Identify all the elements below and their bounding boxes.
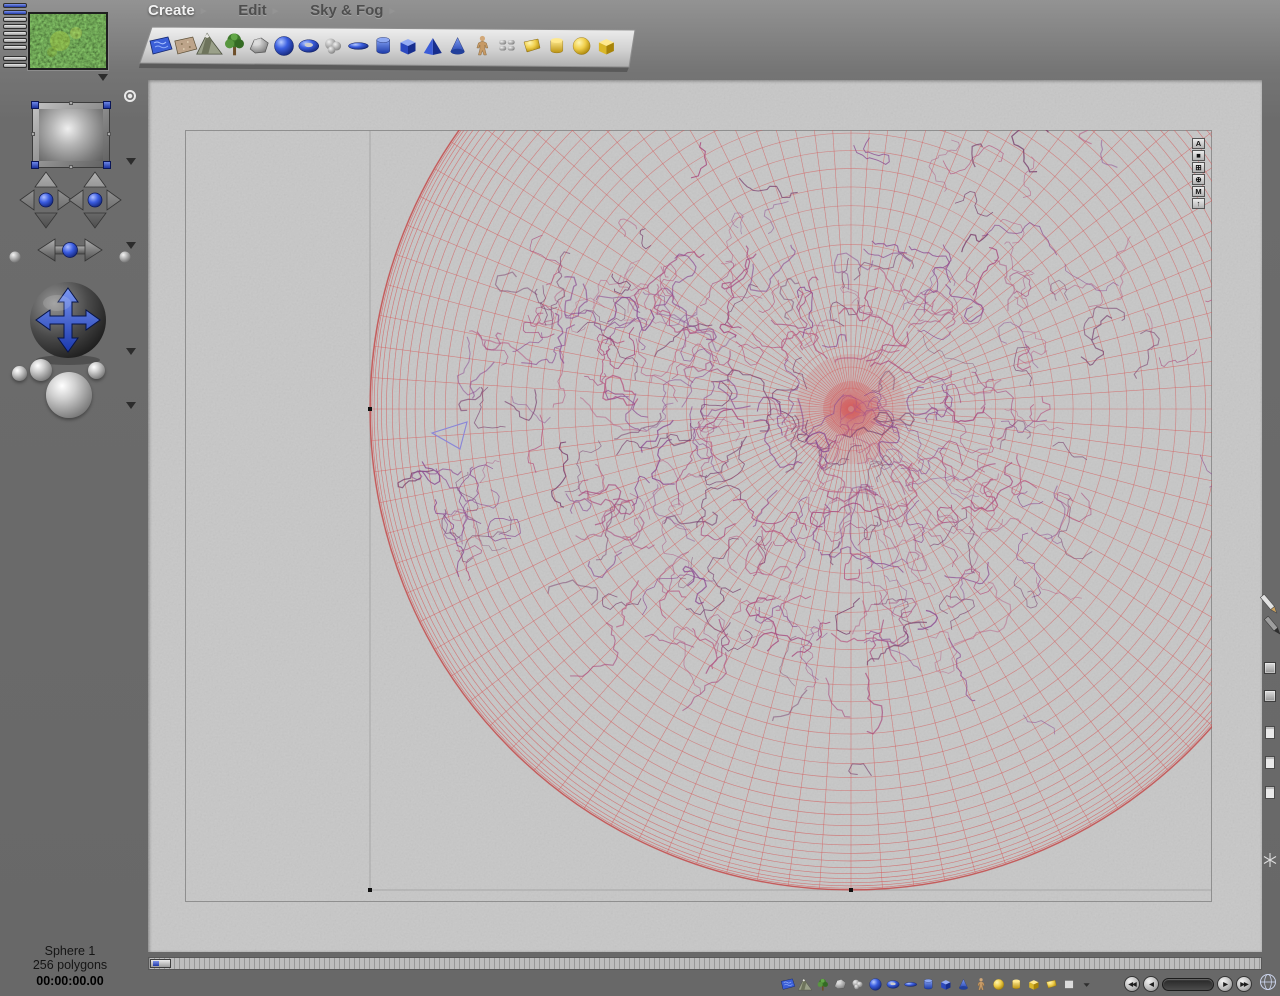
snowflake-icon[interactable] [1262,852,1278,868]
bryce-app: Create ▸ Edit ▸ Sky & Fog ▸ Sphere 1 256… [0,0,1280,996]
bar[interactable] [3,3,27,8]
bar[interactable] [3,56,27,61]
menu-sky-fog[interactable]: Sky & Fog ▸ [310,2,395,19]
view-preset-sphere[interactable] [88,362,105,379]
brush-icon[interactable] [1264,612,1280,642]
pan-arrow-cluster-left[interactable] [19,171,73,229]
menu-create[interactable]: Create ▸ [148,2,206,19]
bottom-stone[interactable] [834,979,847,990]
chevron-down-icon[interactable] [126,242,136,249]
bottom-tree[interactable] [817,978,828,991]
timecode: 00:00:00.00 [36,974,104,988]
menu-edit[interactable]: Edit ▸ [238,2,278,19]
show-as-box-button[interactable]: ■ [1192,150,1205,161]
lab-page-icon[interactable] [1265,726,1275,739]
bottom-cube-light[interactable] [1029,980,1039,990]
chevron-down-icon[interactable] [126,402,136,409]
palette-sphere-light[interactable] [572,37,591,55]
bar[interactable] [3,63,27,68]
selected-object-name: Sphere 1 [44,944,96,958]
lab-page-icon[interactable] [1265,756,1275,769]
menu-arrow-icon: ▸ [200,5,207,17]
scrubber-handle[interactable] [150,959,171,968]
chevron-down-icon[interactable] [98,74,108,81]
attributes-button[interactable]: A [1192,138,1205,149]
scene-viewport[interactable]: A ■ ⊞ ⊕ M ↑ [148,80,1262,952]
memory-dot[interactable] [119,251,131,263]
object-control-buttons: A ■ ⊞ ⊕ M ↑ [1192,138,1205,209]
preview-size-bars[interactable] [3,3,27,70]
bottom-water[interactable] [780,978,796,990]
bottom-cone[interactable] [959,978,968,990]
right-tool-strip [1260,80,1280,952]
view-preset-sphere[interactable] [30,359,52,381]
handle-icon[interactable] [31,101,39,109]
globe-icon[interactable] [1259,973,1277,991]
dolly-arrows[interactable] [37,238,103,262]
playback-back-button-1[interactable]: ◀ [1143,976,1159,992]
menu-arrow-icon: ▸ [272,5,279,17]
bar[interactable] [3,10,27,15]
palette-torus[interactable] [298,39,320,53]
handle-icon[interactable] [107,132,111,136]
camera-pan-arrows[interactable] [2,164,138,276]
material-button[interactable]: M [1192,186,1205,197]
lab-page-icon[interactable] [1265,786,1275,799]
camera-view-thumb[interactable] [39,109,103,161]
convert-button[interactable]: ↑ [1192,198,1205,209]
origin-button[interactable]: ⊕ [1192,174,1205,185]
playback-controls: ◀◀ ◀ ▶ ▶▶ [1124,976,1252,992]
status-readout: Sphere 1 256 polygons 00:00:00.00 [0,944,140,988]
view-preset-sphere[interactable] [12,366,27,381]
bottom-torus[interactable] [886,980,900,989]
left-control-panel: Sphere 1 256 polygons 00:00:00.00 [0,0,140,996]
pan-arrow-cluster-right[interactable] [68,171,122,229]
palette-cylinder[interactable] [376,37,390,54]
bar[interactable] [3,17,27,22]
bottom-disc[interactable] [904,982,917,987]
nano-preview[interactable] [28,12,108,70]
playback-timeline[interactable] [1162,977,1214,991]
palette-sphere[interactable] [274,36,294,56]
bar[interactable] [3,31,27,36]
bottom-square-light[interactable] [1046,979,1057,989]
bar[interactable] [3,45,27,50]
bottom-sphere[interactable] [869,978,882,991]
timeline-scrubber[interactable] [148,957,1262,970]
tool-square-icon[interactable] [1264,690,1276,702]
playback-back-button-0[interactable]: ◀◀ [1124,976,1140,992]
bar[interactable] [3,38,27,43]
chevron-down-icon[interactable] [126,348,136,355]
bottom-figure[interactable] [977,978,985,991]
bottom-more[interactable] [1083,983,1090,987]
bar[interactable] [3,24,27,29]
view-preset-sphere[interactable] [46,372,92,418]
playback-forward-button-0[interactable]: ▶ [1217,976,1233,992]
handle-icon[interactable] [69,101,73,105]
bottom-metaball[interactable] [852,979,863,990]
memory-dot[interactable] [9,251,21,263]
bottom-cube[interactable] [941,980,951,990]
playback-forward-button-1[interactable]: ▶▶ [1236,976,1252,992]
camera-preview-control[interactable] [31,101,111,169]
bottom-cylinder-light[interactable] [1012,979,1021,989]
palette-cylinder-light[interactable] [550,38,563,54]
menu-arrow-icon: ▸ [389,5,395,17]
bottom-cylinder[interactable] [924,978,933,990]
bottom-sphere-light[interactable] [993,979,1005,990]
palette-disc[interactable] [348,42,369,50]
selection-palette [780,978,1090,991]
create-palette [139,26,636,72]
bottom-terrain[interactable] [797,978,813,991]
origin-dot-button[interactable] [124,90,136,102]
wireframe-scene [368,130,1212,892]
handle-icon[interactable] [31,132,35,136]
main-menus: Create ▸ Edit ▸ Sky & Fog ▸ [148,2,395,19]
polygon-count: 256 polygons [32,958,108,972]
bottom-flat-face[interactable] [1064,980,1074,989]
tool-square-icon[interactable] [1264,662,1276,674]
resize-button[interactable]: ⊞ [1192,162,1205,173]
handle-icon[interactable] [103,101,111,109]
camera-trackball[interactable] [24,278,112,366]
